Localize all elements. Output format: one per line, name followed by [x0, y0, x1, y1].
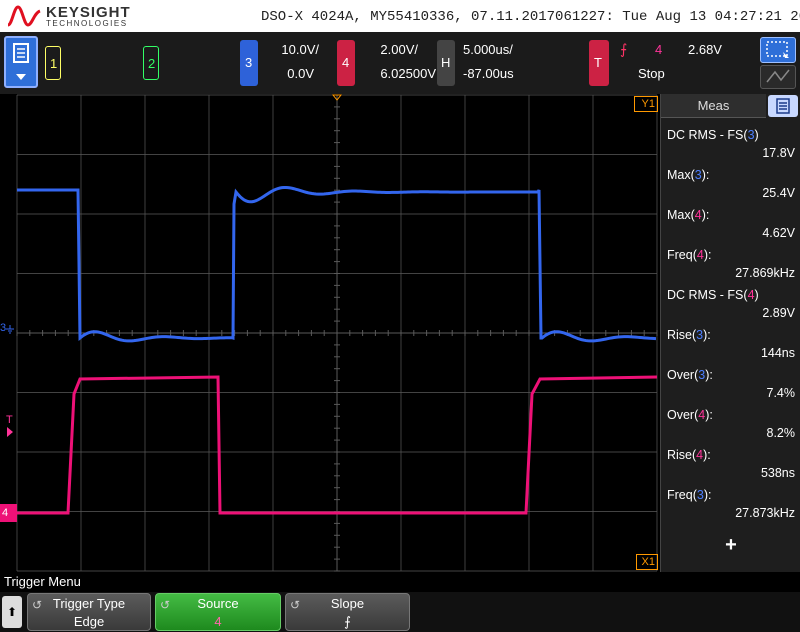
measurement-value: 17.8V	[762, 146, 795, 160]
trigger-source: 4	[655, 42, 663, 57]
list-menu-icon	[776, 98, 790, 114]
y1-cursor-label: Y1	[641, 98, 655, 110]
softkey-trigger-type-value: Edge	[73, 614, 105, 629]
softkey-slope[interactable]: ↺ Slope ⨍	[285, 593, 410, 631]
softkey-source[interactable]: ↺ Source 4	[155, 593, 281, 631]
trigger-level: 2.68V	[688, 42, 722, 57]
measurement-name: Over(4):	[667, 408, 713, 422]
zoom-select-icon	[766, 41, 789, 58]
measurement-value: 27.869kHz	[735, 266, 795, 280]
measurement-value: 8.2%	[766, 426, 796, 440]
measurement-name: Rise(3):	[667, 328, 711, 342]
measurement-value: 25.4V	[762, 186, 795, 200]
measurement-value: 144ns	[760, 346, 795, 360]
channel-3-scale: 10.0V/	[281, 42, 319, 57]
trigger-level-label: T	[6, 414, 13, 426]
trigger-button[interactable]: T	[589, 40, 609, 86]
measurement-name: Over(3):	[667, 368, 713, 382]
softkey-slope-label: Slope	[330, 596, 365, 611]
channel-4-offset: 6.02500V	[380, 66, 436, 81]
measurement-name: Rise(4):	[667, 448, 711, 462]
channel-3-button[interactable]: 3	[240, 40, 258, 86]
softkey-trigger-type-label: Trigger Type	[52, 596, 126, 611]
softkey-trigger-type[interactable]: ↺ Trigger Type Edge	[27, 593, 151, 631]
measurement-row[interactable]: Freq(3): 27.873kHz	[661, 482, 800, 522]
measurement-name: Freq(3):	[667, 488, 712, 502]
measurement-row[interactable]: Max(3): 25.4V	[661, 162, 800, 202]
channel-4-button[interactable]: 4	[337, 40, 355, 86]
zoom-box-button[interactable]	[760, 37, 796, 63]
channel-4-label: 4	[342, 55, 350, 70]
back-button[interactable]: ⬆	[2, 596, 22, 628]
measurement-name: Max(3):	[667, 168, 710, 182]
softkey-source-value: 4	[214, 614, 222, 629]
menu-list-icon	[13, 43, 29, 80]
keysight-logo: KEYSIGHT TECHNOLOGIES	[4, 2, 134, 30]
meas-tab[interactable]: Meas	[661, 94, 766, 118]
waveform-gesture-icon	[766, 69, 790, 83]
measurement-value: 4.62V	[762, 226, 795, 240]
measurement-row[interactable]: Freq(4): 27.869kHz	[661, 242, 800, 282]
measurement-value: 7.4%	[766, 386, 796, 400]
y1-cursor-marker[interactable]: Y1	[634, 96, 658, 112]
measurement-value: 27.873kHz	[735, 506, 795, 520]
channel-1-label: 1	[50, 56, 58, 71]
ground-icon	[6, 325, 14, 334]
touch-gesture-button[interactable]	[760, 65, 796, 89]
measurement-value: 538ns	[760, 466, 795, 480]
title-bar: KEYSIGHT TECHNOLOGIES DSO-X 4024A, MY554…	[0, 0, 800, 32]
measurement-name: DC RMS - FS(3)	[667, 128, 759, 142]
channel-4-ground-marker[interactable]: 4	[0, 504, 17, 522]
add-measurement-button[interactable]: +	[661, 534, 800, 557]
brand-subtitle: TECHNOLOGIES	[46, 19, 128, 28]
keysight-wave-icon	[7, 5, 41, 27]
graticule-svg	[16, 94, 658, 572]
measurement-value: 2.89V	[762, 306, 795, 320]
channel-3-label: 3	[245, 55, 253, 70]
x1-cursor-label: X1	[641, 556, 655, 568]
channel-bar: 1 2 3 10.0V/ 0.0V 4 2.00V/ 6.02500V H 5.…	[0, 32, 800, 94]
display-menu-button[interactable]	[4, 36, 38, 88]
channel-4-ground-label: 4	[2, 507, 9, 519]
horizontal-timebase: 5.000us/	[463, 42, 513, 57]
acquisition-state: Stop	[638, 66, 665, 81]
measurement-row[interactable]: Rise(3): 144ns	[661, 322, 800, 362]
channel-3-ground-marker[interactable]: 3	[0, 322, 16, 338]
trigger-level-arrow-icon	[7, 427, 13, 437]
measurement-row[interactable]: DC RMS - FS(3) 17.8V	[661, 122, 800, 162]
measurement-row[interactable]: Over(4): 8.2%	[661, 402, 800, 442]
softkey-bar: ⬆ ↺ Trigger Type Edge ↺ Source 4 ↺ Slope…	[0, 592, 800, 632]
horizontal-label: H	[441, 55, 451, 70]
measurement-row[interactable]: Rise(4): 538ns	[661, 442, 800, 482]
softkey-source-label: Source	[197, 596, 239, 611]
channel-3-offset: 0.0V	[287, 66, 314, 81]
trigger-level-marker[interactable]: T	[6, 414, 18, 438]
channel-2-label: 2	[148, 56, 156, 71]
waveform-display[interactable]: Y1 X1 3 T 4	[0, 94, 660, 572]
channel-4-scale: 2.00V/	[380, 42, 418, 57]
channel-2-button[interactable]: 2	[143, 46, 159, 80]
measurement-row[interactable]: Over(3): 7.4%	[661, 362, 800, 402]
measurement-name: Freq(4):	[667, 248, 712, 262]
measurements-panel: Meas DC RMS - FS(3) 17.8V Max(3): 25.4V Max(…	[660, 94, 800, 572]
instrument-status-line: DSO-X 4024A, MY55410336, 07.11.201706122…	[261, 9, 800, 25]
meas-menu-button[interactable]	[768, 95, 798, 117]
menu-title: Trigger Menu	[0, 572, 800, 592]
trigger-label: T	[594, 55, 602, 70]
measurement-name: Max(4):	[667, 208, 710, 222]
horizontal-button[interactable]: H	[437, 40, 455, 86]
channel-1-button[interactable]: 1	[45, 46, 61, 80]
measurement-name: DC RMS - FS(4)	[667, 288, 759, 302]
measurement-row[interactable]: DC RMS - FS(4) 2.89V	[661, 282, 800, 322]
softkey-slope-value: ⨍	[344, 614, 351, 629]
x1-cursor-marker[interactable]: X1	[636, 554, 658, 570]
trigger-slope-icon: ⨍	[620, 41, 628, 57]
horizontal-delay: -87.00us	[463, 66, 514, 81]
measurement-row[interactable]: Max(4): 4.62V	[661, 202, 800, 242]
